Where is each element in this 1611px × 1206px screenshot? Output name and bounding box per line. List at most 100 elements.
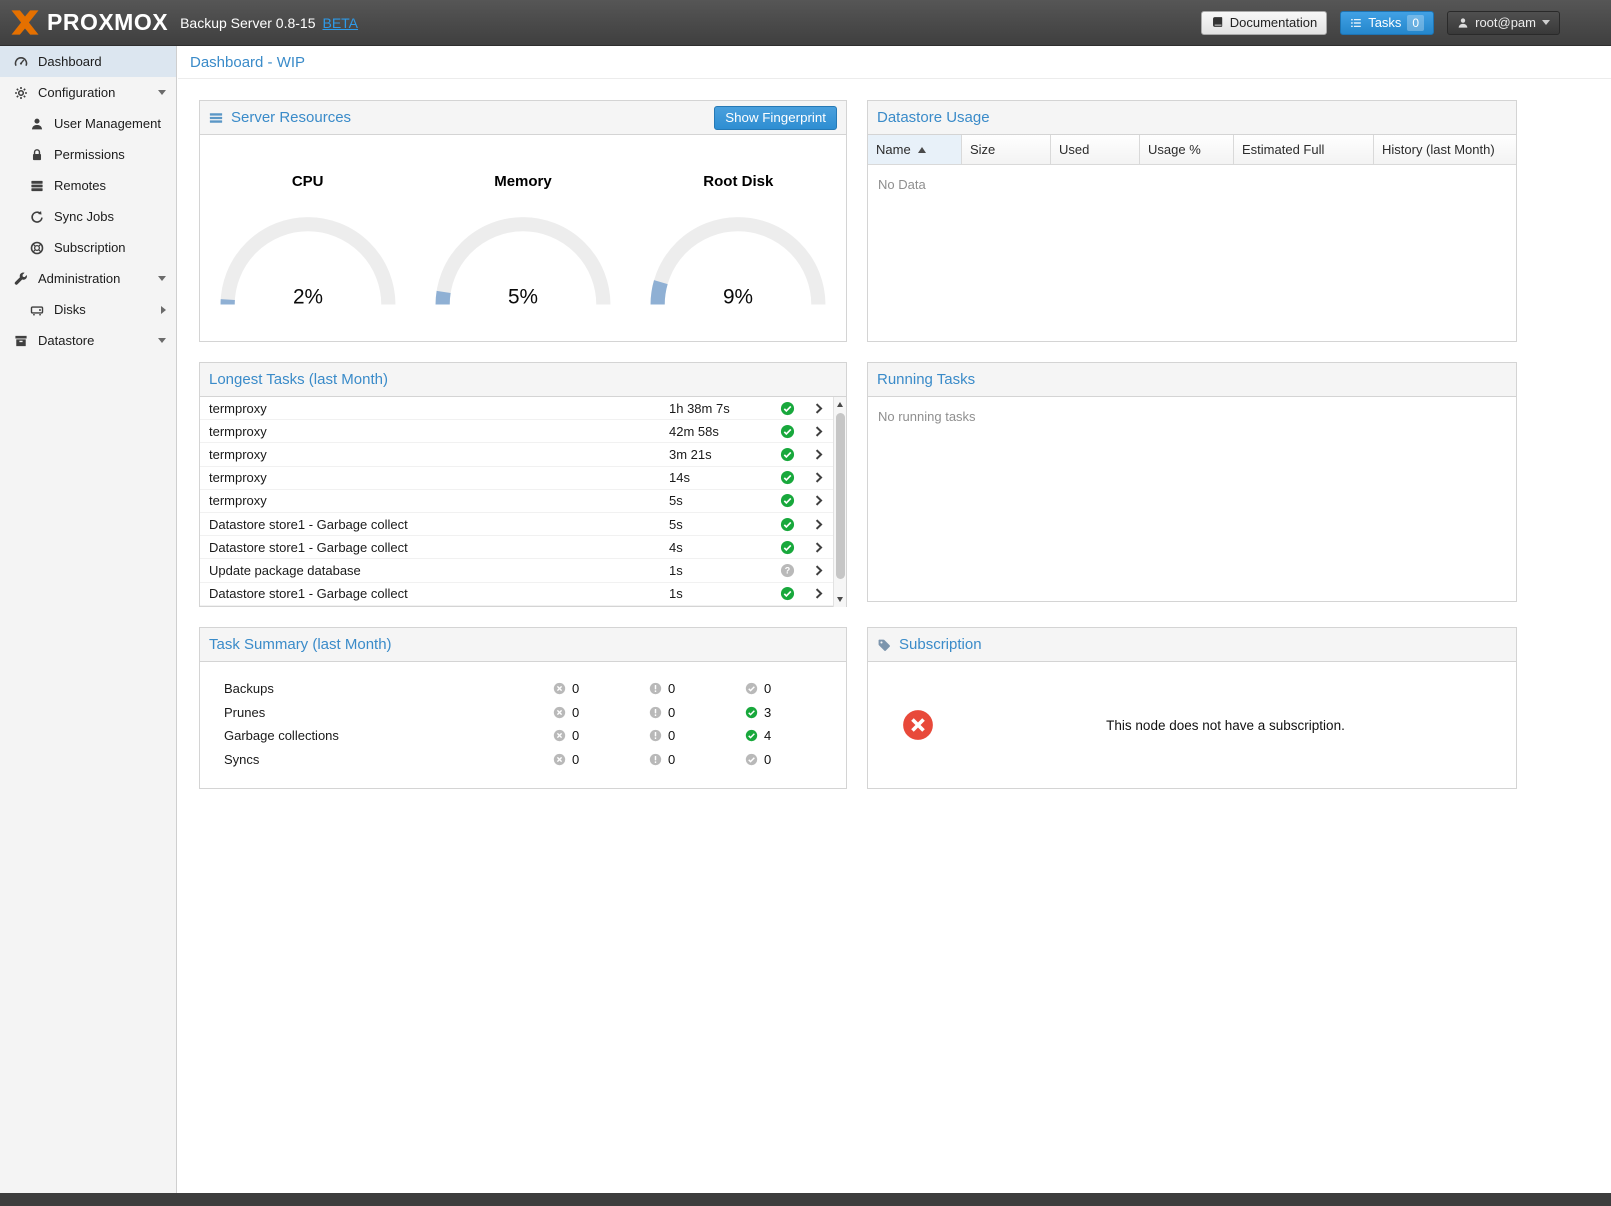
task-row[interactable]: termproxy 14s: [200, 467, 833, 490]
task-status-icon: [769, 447, 805, 462]
column-header-size[interactable]: Size: [962, 135, 1051, 164]
column-header-name[interactable]: Name: [868, 135, 962, 164]
task-duration: 42m 58s: [669, 424, 769, 439]
sidebar-item-label: Disks: [54, 302, 86, 317]
top-bar: PROXMOX Backup Server 0.8-15 BETA Docume…: [0, 0, 1611, 46]
vertical-scrollbar[interactable]: [833, 397, 846, 607]
task-status-icon: [769, 586, 805, 601]
sidebar-item-sync-jobs[interactable]: Sync Jobs: [0, 201, 176, 232]
task-name: Datastore store1 - Garbage collect: [209, 586, 669, 601]
column-header-used[interactable]: Used: [1051, 135, 1140, 164]
error-count: 0: [572, 705, 579, 720]
task-row[interactable]: Datastore store1 - Garbage collect 5s: [200, 513, 833, 536]
scrollbar-thumb[interactable]: [836, 413, 845, 579]
longest-tasks-header: Longest Tasks (last Month): [200, 363, 846, 397]
task-list-icon: [1350, 17, 1362, 29]
error-count-icon: [553, 753, 566, 766]
task-row[interactable]: termproxy 3m 21s: [200, 443, 833, 466]
error-count: 0: [572, 681, 579, 696]
user-menu-button[interactable]: root@pam: [1447, 11, 1560, 35]
sidebar-item-configuration[interactable]: Configuration: [0, 77, 176, 108]
task-name: Datastore store1 - Garbage collect: [209, 540, 669, 555]
open-task-chevron-icon[interactable]: [805, 564, 831, 577]
disk-icon: [29, 303, 45, 317]
user-icon: [29, 117, 45, 131]
proxmox-x-icon: [10, 9, 40, 36]
task-name: termproxy: [209, 447, 669, 462]
panel-title: Running Tasks: [877, 371, 975, 388]
subscription-body: This node does not have a subscription.: [868, 662, 1516, 788]
tasks-count-badge: 0: [1407, 15, 1424, 31]
task-row[interactable]: termproxy 42m 58s: [200, 420, 833, 443]
server-resources-panel: Server Resources Show Fingerprint CPU 2%…: [199, 100, 847, 342]
sidebar-item-subscription[interactable]: Subscription: [0, 232, 176, 263]
datastore-grid-header: Name Size Used Usage % Estimated Full Hi…: [868, 135, 1516, 165]
error-count-icon: [553, 706, 566, 719]
scroll-up-arrow-icon[interactable]: [837, 402, 843, 407]
task-status-icon: [769, 540, 805, 555]
show-fingerprint-button[interactable]: Show Fingerprint: [714, 106, 837, 130]
gauge-label: Memory: [423, 173, 623, 190]
documentation-button[interactable]: Documentation: [1201, 11, 1327, 35]
sidebar-item-administration[interactable]: Administration: [0, 263, 176, 294]
sidebar-item-permissions[interactable]: Permissions: [0, 139, 176, 170]
task-status-icon: [769, 470, 805, 485]
sidebar-item-datastore[interactable]: Datastore: [0, 325, 176, 356]
open-task-chevron-icon[interactable]: [805, 494, 831, 507]
longest-tasks-panel: Longest Tasks (last Month) termproxy 1h …: [199, 362, 847, 607]
sidebar-item-dashboard[interactable]: Dashboard: [0, 46, 176, 77]
cpu-gauge: CPU 2%: [208, 173, 408, 341]
tasks-button[interactable]: Tasks 0: [1340, 11, 1434, 35]
expander-caret-down-icon[interactable]: [158, 90, 166, 95]
panel-title: Subscription: [899, 636, 982, 653]
proxmox-logo: PROXMOX: [10, 9, 168, 36]
server-resources-header: Server Resources Show Fingerprint: [200, 101, 846, 135]
open-task-chevron-icon[interactable]: [805, 541, 831, 554]
open-task-chevron-icon[interactable]: [805, 587, 831, 600]
task-row[interactable]: Update package database 1s: [200, 559, 833, 582]
sidebar-item-label: Dashboard: [38, 54, 102, 69]
summary-category-label: Prunes: [200, 705, 553, 720]
summary-row: Prunes 0 0 3: [200, 701, 846, 725]
gauge-value: 9%: [723, 286, 753, 309]
column-header-estimated-full[interactable]: Estimated Full: [1234, 135, 1374, 164]
dashboard-icon: [13, 55, 29, 69]
product-version: Backup Server 0.8-15: [180, 15, 315, 31]
sidebar-item-disks[interactable]: Disks: [0, 294, 176, 325]
sidebar-item-label: Administration: [38, 271, 120, 286]
task-row[interactable]: termproxy 1h 38m 7s: [200, 397, 833, 420]
expander-caret-right-icon[interactable]: [161, 306, 166, 314]
open-task-chevron-icon[interactable]: [805, 425, 831, 438]
task-duration: 4s: [669, 540, 769, 555]
sidebar-item-remotes[interactable]: Remotes: [0, 170, 176, 201]
sidebar-item-user-management[interactable]: User Management: [0, 108, 176, 139]
open-task-chevron-icon[interactable]: [805, 402, 831, 415]
expander-caret-down-icon[interactable]: [158, 276, 166, 281]
ok-count-icon: [745, 706, 758, 719]
server-bars-icon: [209, 111, 223, 125]
ok-count: 0: [764, 752, 771, 767]
task-duration: 3m 21s: [669, 447, 769, 462]
task-name: termproxy: [209, 401, 669, 416]
panel-title: Task Summary (last Month): [209, 636, 392, 653]
task-row[interactable]: Datastore store1 - Garbage collect 4s: [200, 536, 833, 559]
ok-count: 4: [764, 728, 771, 743]
column-header-history[interactable]: History (last Month): [1374, 135, 1516, 164]
open-task-chevron-icon[interactable]: [805, 518, 831, 531]
scroll-down-arrow-icon[interactable]: [837, 597, 843, 602]
column-header-usage-pct[interactable]: Usage %: [1140, 135, 1234, 164]
warning-count: 0: [668, 681, 675, 696]
subscription-message: This node does not have a subscription.: [935, 718, 1516, 733]
open-task-chevron-icon[interactable]: [805, 448, 831, 461]
sidebar-item-label: Permissions: [54, 147, 125, 162]
column-label: Estimated Full: [1242, 142, 1324, 157]
beta-link[interactable]: BETA: [322, 15, 358, 31]
task-duration: 1s: [669, 563, 769, 578]
column-label: Size: [970, 142, 995, 157]
open-task-chevron-icon[interactable]: [805, 471, 831, 484]
expander-caret-down-icon[interactable]: [158, 338, 166, 343]
task-row[interactable]: termproxy 5s: [200, 490, 833, 513]
gauge-value: 2%: [293, 286, 323, 309]
task-status-icon: [769, 517, 805, 532]
task-row[interactable]: Datastore store1 - Garbage collect 1s: [200, 583, 833, 606]
